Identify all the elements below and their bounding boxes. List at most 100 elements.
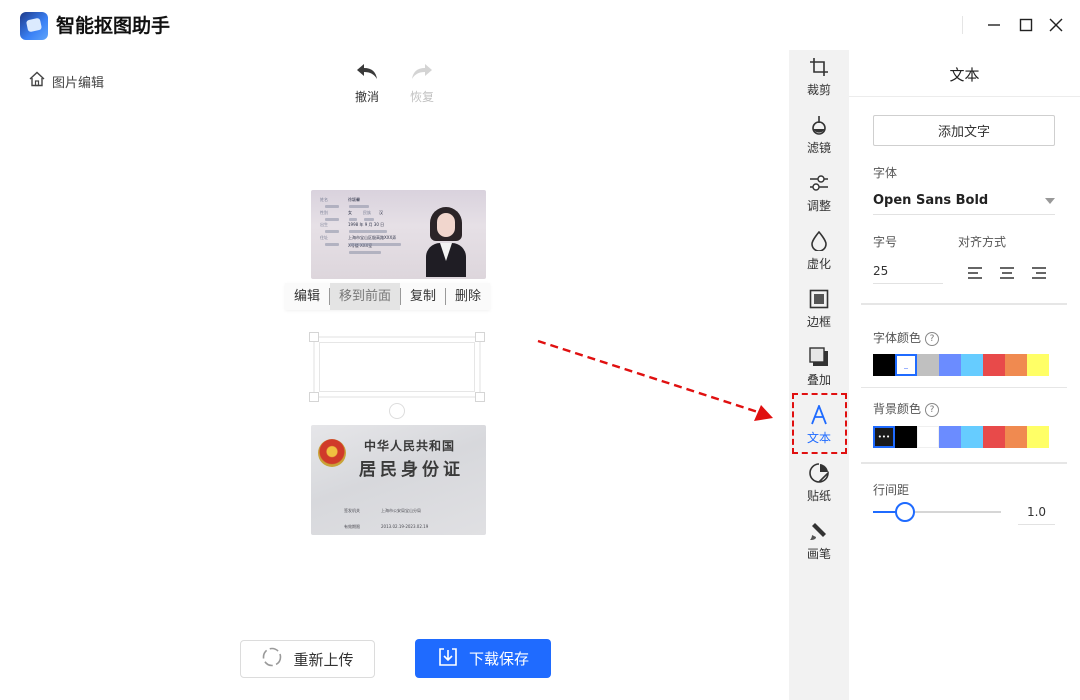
align-right-icon[interactable] <box>1031 265 1047 279</box>
tool-crop[interactable]: 裁剪 <box>789 52 849 104</box>
align-center-icon[interactable] <box>999 265 1015 279</box>
undo-button[interactable]: 撤消 <box>347 62 387 105</box>
breadcrumb-label: 图片编辑 <box>52 75 105 91</box>
close-icon[interactable] <box>1045 14 1067 36</box>
tool-brush[interactable]: 画笔 <box>789 516 849 568</box>
text-icon <box>808 404 830 426</box>
resize-handle-bottom-left[interactable] <box>309 392 319 402</box>
font-color-swatches <box>873 354 1049 376</box>
bg-color-swatch[interactable] <box>1027 426 1049 448</box>
tool-sticker[interactable]: 贴纸 <box>789 458 849 510</box>
annotation-arrow-icon <box>537 339 773 421</box>
id-front-text-line <box>349 251 381 254</box>
bg-color-swatch[interactable] <box>983 426 1005 448</box>
id-front-birth-label: 出生 <box>320 222 328 227</box>
bg-color-swatch[interactable] <box>895 426 917 448</box>
download-label: 下载保存 <box>468 650 529 668</box>
id-back-card-title: 居民身份证 <box>359 460 464 480</box>
context-delete-item[interactable]: 删除 <box>446 283 490 310</box>
bg-color-swatch[interactable] <box>961 426 983 448</box>
font-color-swatch[interactable] <box>1027 354 1049 376</box>
add-text-button[interactable]: 添加文字 <box>873 115 1055 146</box>
font-color-swatch[interactable] <box>939 354 961 376</box>
id-front-sex-label: 性别 <box>320 210 328 215</box>
context-copy-item[interactable]: 复制 <box>401 283 445 310</box>
font-color-swatch[interactable] <box>917 354 939 376</box>
resize-handle-top-right[interactable] <box>475 332 485 342</box>
id-front-nation-value: 汉 <box>379 210 383 215</box>
font-color-swatch[interactable] <box>1005 354 1027 376</box>
section-divider <box>861 462 1067 464</box>
id-front-text-line <box>349 205 369 208</box>
font-color-swatch[interactable] <box>895 354 917 376</box>
tool-brush-label: 画笔 <box>806 547 831 561</box>
resize-handle-top-left[interactable] <box>309 332 319 342</box>
sticker-icon <box>808 462 830 484</box>
resize-handle-bottom-right[interactable] <box>475 392 485 402</box>
tool-text[interactable]: 文本 <box>789 400 849 452</box>
bg-color-swatch[interactable] <box>1005 426 1027 448</box>
image-context-menu: 编辑 移到前面 复制 删除 <box>285 283 491 310</box>
id-front-name-value: 徐颖馨 <box>348 197 360 202</box>
id-front-text-line <box>325 205 339 208</box>
help-icon[interactable]: ? <box>925 331 940 346</box>
line-spacing-input[interactable]: 1.0 <box>1018 501 1055 525</box>
more-icon: ••• <box>877 433 891 441</box>
line-spacing-slider-thumb[interactable] <box>895 502 915 522</box>
align-left-icon[interactable] <box>967 265 983 279</box>
brush-icon <box>808 520 830 542</box>
tool-border[interactable]: 边框 <box>789 284 849 336</box>
maximize-icon[interactable] <box>1015 14 1037 36</box>
panel-title: 文本 <box>949 66 980 84</box>
redo-icon <box>410 62 434 85</box>
download-save-button[interactable]: 下载保存 <box>415 639 551 678</box>
font-size-label: 字号 <box>873 235 898 249</box>
minimize-icon[interactable] <box>983 14 1005 36</box>
tool-text-label: 文本 <box>806 431 831 445</box>
line-spacing-label: 行间距 <box>873 483 910 497</box>
tool-filter[interactable]: 滤镜 <box>789 110 849 162</box>
id-front-sex-value: 女 <box>348 210 352 215</box>
id-front-birth-value: 1998 年 9 月 30 日 <box>348 222 385 227</box>
id-back-validity-value: 2013.02.19-2023.02.19 <box>381 524 429 529</box>
help-icon[interactable]: ? <box>925 402 940 417</box>
font-color-swatch[interactable] <box>983 354 1005 376</box>
tool-overlay[interactable]: 叠加 <box>789 342 849 394</box>
breadcrumb[interactable]: 图片编辑 <box>28 70 104 92</box>
id-back-validity-label: 有效期限 <box>344 524 360 529</box>
id-front-nation-label: 民族 <box>363 210 371 215</box>
rotate-handle[interactable] <box>389 403 405 419</box>
font-color-swatch[interactable] <box>873 354 895 376</box>
undo-label: 撤消 <box>354 90 379 104</box>
tool-adjust[interactable]: 调整 <box>789 168 849 220</box>
app-title: 智能抠图助手 <box>56 15 171 37</box>
font-color-swatch[interactable] <box>961 354 983 376</box>
bg-color-swatch[interactable] <box>917 426 939 448</box>
section-divider <box>861 303 1067 305</box>
bg-color-swatch[interactable]: ••• <box>873 426 895 448</box>
bg-color-swatch[interactable] <box>939 426 961 448</box>
reupload-button[interactable]: 重新上传 <box>240 640 375 678</box>
national-emblem-icon <box>318 439 346 467</box>
home-icon[interactable] <box>28 70 46 92</box>
text-box-content[interactable] <box>319 342 475 392</box>
context-bring-front-item[interactable]: 移到前面 <box>330 283 401 310</box>
id-front-text-line <box>349 218 357 221</box>
border-icon <box>808 288 830 310</box>
id-back-issuer-value: 上海市公安局宝山分局 <box>381 508 421 513</box>
selected-text-box[interactable] <box>309 332 485 402</box>
tool-overlay-label: 叠加 <box>806 373 831 387</box>
bg-color-swatches: ••• <box>873 426 1049 448</box>
alignment-label: 对齐方式 <box>958 235 1007 249</box>
id-back-country: 中华人民共和国 <box>364 439 456 453</box>
window-controls-divider <box>962 16 963 34</box>
reupload-label: 重新上传 <box>293 650 354 669</box>
id-front-name-label: 姓名 <box>320 197 328 202</box>
tool-blur[interactable]: 虚化 <box>789 226 849 278</box>
font-size-input[interactable]: 25 <box>873 258 943 284</box>
context-edit-item[interactable]: 编辑 <box>285 283 329 310</box>
redo-button[interactable]: 恢复 <box>402 62 442 105</box>
crop-icon <box>808 56 830 78</box>
font-family-select[interactable]: Open Sans Bold <box>873 187 1055 215</box>
font-color-label-text: 字体颜色 <box>873 331 922 345</box>
